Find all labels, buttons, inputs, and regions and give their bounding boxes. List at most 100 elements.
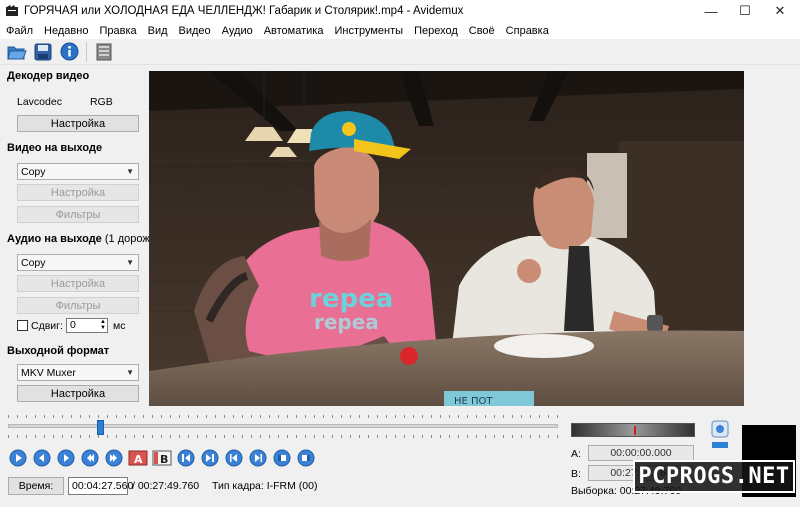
open-button[interactable] (6, 41, 28, 63)
chevron-down-icon: ▼ (126, 258, 134, 267)
previous-frame-button[interactable] (32, 448, 52, 468)
video-output-title: Видео на выходе (7, 142, 103, 154)
audio-filters-button[interactable]: Фильтры (17, 297, 139, 314)
video-filters-button[interactable]: Фильтры (17, 206, 139, 223)
audio-output-label: Аудио на выходе (7, 233, 102, 245)
video-frame-image: repea repea НЕ ПОТ (149, 71, 744, 406)
window-title: ГОРЯЧАЯ или ХОЛОДНАЯ ЕДА ЧЕЛЛЕНДЖ! Габар… (24, 5, 464, 17)
set-marker-b-button[interactable]: B (152, 448, 172, 468)
menu-custom[interactable]: Своё (469, 25, 495, 37)
timeline-thumb[interactable] (97, 420, 104, 435)
maximize-button[interactable]: ☐ (730, 0, 760, 22)
menu-bar: Файл Недавно Правка Вид Видео Аудио Авто… (0, 22, 800, 39)
menu-recent[interactable]: Недавно (44, 25, 88, 37)
shift-label: Сдвиг: (31, 320, 63, 332)
current-time-field[interactable]: 00:04:27.560 (68, 477, 133, 495)
decoder-info: Lavcodec RGB (17, 96, 141, 108)
video-output-select[interactable]: Copy ▼ (17, 163, 139, 180)
info-button[interactable] (58, 41, 80, 63)
open-file-icon (7, 46, 27, 59)
svg-text:B: B (160, 453, 168, 466)
audio-meter-marker (634, 426, 636, 435)
go-to-marker-b-button[interactable] (200, 448, 220, 468)
total-duration: / 00:27:49.760 (132, 480, 200, 492)
go-to-marker-a-button[interactable] (176, 448, 196, 468)
menu-view[interactable]: Вид (148, 25, 168, 37)
avidemux-app-icon (6, 5, 18, 16)
menu-help[interactable]: Справка (506, 25, 549, 37)
marker-b-icon: B (152, 450, 172, 466)
go-last-frame-button[interactable] (296, 448, 316, 468)
output-format-select[interactable]: MKV Muxer ▼ (17, 364, 139, 381)
audio-output-select[interactable]: Copy ▼ (17, 254, 139, 271)
menu-file[interactable]: Файл (6, 25, 33, 37)
maximize-icon: ☐ (739, 3, 751, 18)
video-preview[interactable]: repea repea НЕ ПОТ (149, 71, 744, 406)
menu-go[interactable]: Переход (414, 25, 458, 37)
video-output-value: Copy (21, 165, 46, 178)
save-icon (34, 43, 52, 60)
chevron-down-icon: ▼ (126, 167, 134, 176)
play-icon (9, 449, 27, 467)
decoder-configure-button[interactable]: Настройка (17, 115, 139, 132)
set-marker-a-button[interactable]: A (128, 448, 148, 468)
decoder-format: RGB (89, 96, 113, 108)
audio-configure-button[interactable]: Настройка (17, 275, 139, 292)
video-decoder-title: Декодер видео (7, 70, 90, 82)
settings-panel: Декодер видео Lavcodec RGB Настройка Виде… (0, 66, 165, 406)
shift-checkbox[interactable] (17, 320, 28, 331)
previous-keyframe-button[interactable] (80, 448, 100, 468)
status-bar: Время: 00:04:27.560 / 00:27:49.760 Тип к… (0, 477, 565, 497)
time-button[interactable]: Время: (8, 477, 64, 495)
chevron-down-icon: ▼ (126, 368, 134, 377)
close-button[interactable]: ✕ (765, 0, 795, 22)
next-black-frame-button[interactable] (248, 448, 268, 468)
menu-edit[interactable]: Правка (99, 25, 136, 37)
shift-value: 0 (70, 319, 76, 331)
playback-controls: A B (8, 447, 320, 469)
next-keyframe-icon (105, 449, 123, 467)
rewind-icon (33, 449, 51, 467)
title-bar: ГОРЯЧАЯ или ХОЛОДНАЯ ЕДА ЧЕЛЛЕНДЖ! Габар… (0, 0, 800, 22)
previous-black-frame-icon (225, 449, 243, 467)
timeline-track[interactable] (8, 424, 558, 428)
play-button[interactable] (8, 448, 28, 468)
output-format-value: MKV Muxer (21, 366, 76, 379)
save-button[interactable] (32, 41, 54, 63)
volume-level[interactable] (712, 442, 728, 448)
audio-meter (571, 423, 695, 437)
svg-text:A: A (134, 453, 143, 466)
next-frame-button[interactable] (56, 448, 76, 468)
close-icon: ✕ (774, 3, 786, 18)
video-configure-button[interactable]: Настройка (17, 184, 139, 201)
go-first-frame-button[interactable] (272, 448, 292, 468)
menu-auto[interactable]: Автоматика (264, 25, 324, 37)
marker-b-label: B: (571, 468, 581, 480)
menu-audio[interactable]: Аудио (222, 25, 253, 37)
audio-output-title: Аудио на выходе (1 дорожка) (7, 233, 165, 245)
spinner-icon[interactable]: ▲ ▼ (100, 319, 106, 331)
timeline-ticks-bottom (8, 435, 558, 438)
watermark-logo: PCPROGS.NET (633, 460, 795, 493)
shift-unit: мс (113, 320, 126, 332)
first-frame-icon (273, 449, 291, 467)
minimize-button[interactable]: — (696, 0, 726, 22)
go-start-icon (177, 449, 195, 467)
properties-button[interactable] (93, 41, 115, 63)
format-configure-button[interactable]: Настройка (17, 385, 139, 402)
shift-input[interactable]: 0 ▲ ▼ (66, 318, 108, 333)
minimize-icon: — (704, 3, 718, 19)
frame-type: Тип кадра: I-FRM (00) (212, 480, 318, 492)
menu-video[interactable]: Видео (179, 25, 211, 37)
timeline-slider[interactable] (8, 411, 558, 441)
toolbar (0, 39, 800, 65)
toolbar-separator (86, 41, 87, 62)
marker-a-icon: A (128, 450, 148, 466)
next-keyframe-button[interactable] (104, 448, 124, 468)
go-end-icon (201, 449, 219, 467)
output-format-title: Выходной формат (7, 345, 110, 357)
previous-black-frame-button[interactable] (224, 448, 244, 468)
volume-icon[interactable] (711, 420, 729, 438)
watermark-text: PCPROGS.NET (638, 464, 790, 489)
menu-tools[interactable]: Инструменты (334, 25, 403, 37)
